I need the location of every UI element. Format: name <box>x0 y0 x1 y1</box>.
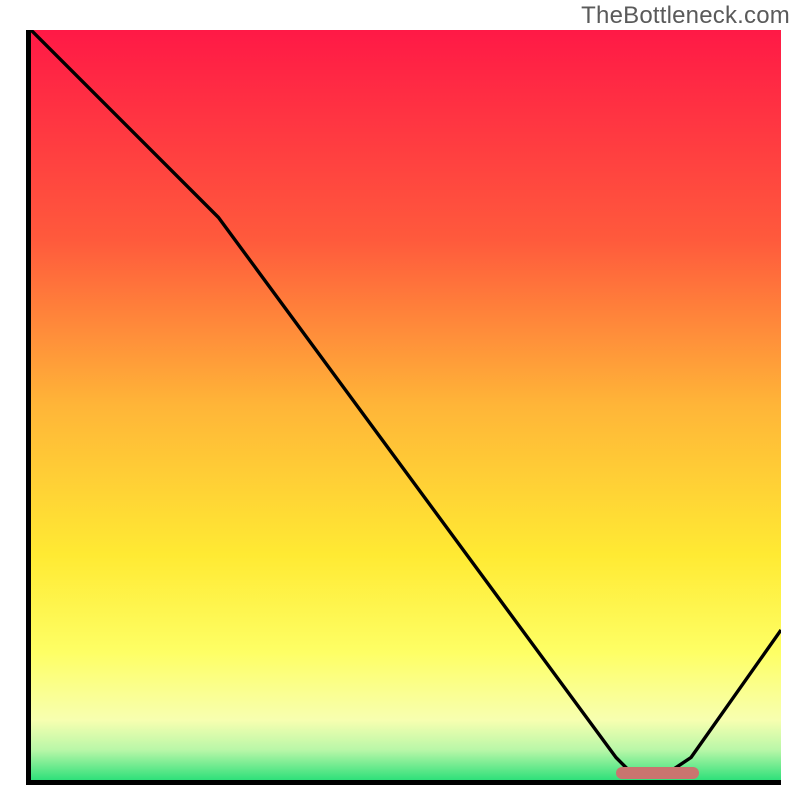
chart-optimum-marker <box>616 767 699 779</box>
chart-plot-area <box>26 30 781 785</box>
chart-line-series <box>31 30 781 780</box>
chart-line-path <box>31 30 781 773</box>
watermark-label: TheBottleneck.com <box>581 2 790 30</box>
